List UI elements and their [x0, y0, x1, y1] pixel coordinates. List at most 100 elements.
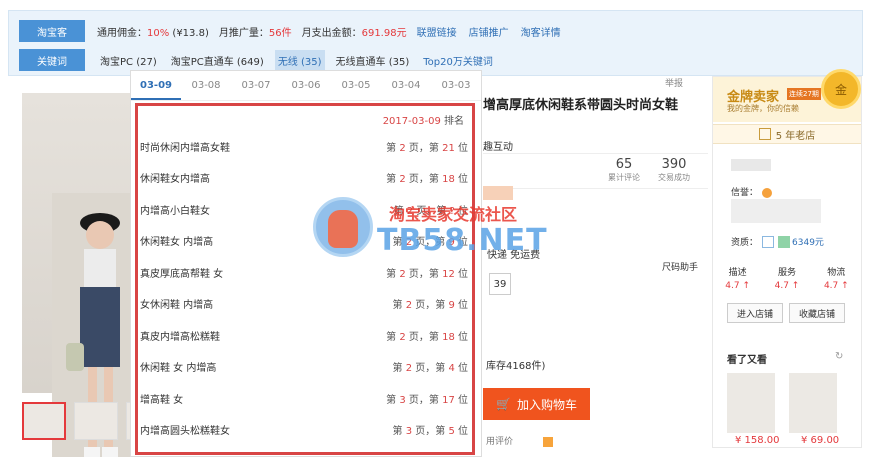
- date-tab[interactable]: 03-08: [181, 71, 231, 100]
- commission-amount: (¥13.8): [172, 27, 209, 39]
- keyword-tab-taobao-pc[interactable]: 淘宝PC (27): [97, 50, 160, 71]
- date-tab[interactable]: 03-09: [131, 71, 181, 100]
- gold-seller-banner: 金牌卖家 连续27期 我的金牌，你的信赖 金: [713, 69, 861, 122]
- date-tab[interactable]: 03-06: [281, 71, 331, 100]
- rank-prefix: 第: [386, 331, 397, 343]
- thumbnail[interactable]: [74, 402, 118, 440]
- rank-page: 2: [399, 174, 406, 185]
- rank-position: 第 3 页，第 5 位: [393, 422, 469, 437]
- rank-pos: 18: [442, 331, 455, 343]
- cart-label: 加入购物车: [516, 397, 577, 412]
- rank-pos-suffix: 位: [458, 268, 468, 280]
- thumbnail[interactable]: [22, 402, 66, 440]
- alliance-link[interactable]: 联盟链接: [417, 24, 457, 39]
- keyword-tab-pc-ztc[interactable]: 淘宝PC直通车 (649): [168, 50, 267, 71]
- rank-prefix: 第: [386, 268, 397, 280]
- date-tab[interactable]: 03-04: [381, 71, 431, 100]
- dsr-label: 服务: [777, 268, 796, 278]
- rank-keyword: 时尚休闲内增高女鞋: [140, 142, 230, 154]
- rank-prefix: 第: [392, 426, 403, 437]
- rank-table: 2017-03-09 排名 时尚休闲内增高女鞋第 2 页，第 21 位休闲鞋女内…: [135, 103, 475, 455]
- shipping-info[interactable]: 快递 免运费: [487, 246, 540, 261]
- interaction-label: 趣互动: [483, 142, 513, 153]
- enter-shop-button[interactable]: 进入店铺: [727, 303, 783, 323]
- rank-page: 2: [399, 142, 406, 154]
- rank-page-suffix: 页，第: [408, 394, 439, 406]
- rank-row: 真皮内增高松糕鞋 第 2 页，第 18 位: [138, 319, 472, 351]
- credit-row: 信誉：: [731, 185, 773, 198]
- date-tab[interactable]: 03-03: [431, 71, 481, 100]
- rank-prefix: 第: [392, 363, 403, 374]
- rank-pos-suffix: 位: [458, 426, 468, 437]
- reviews-stat: 65 累计评论: [599, 157, 649, 183]
- size-helper-link[interactable]: 尺码助手: [662, 260, 698, 273]
- dsr-value: 4.7 ↑: [774, 281, 800, 291]
- rank-position: 第 2 页，第 4 位: [393, 359, 469, 374]
- favorite-shop-button[interactable]: 收藏店铺: [789, 303, 845, 323]
- promo-tag: [483, 186, 513, 200]
- gold-seller-slogan: 我的金牌，你的信赖: [727, 104, 799, 113]
- rank-position: 第 3 页，第 17 位: [386, 391, 468, 406]
- rank-row: 休闲鞋女内增高 第 2 页，第 18 位: [138, 162, 472, 194]
- monthly-spend-label: 月支出金额：: [301, 27, 362, 39]
- rank-row: 内增高圆头松糕鞋女 第 3 页，第 5 位: [138, 414, 472, 446]
- rank-keyword: 真皮厚底高帮鞋 女: [140, 268, 224, 280]
- rank-page-suffix: 页，第: [415, 363, 446, 374]
- shop-actions: 进入店铺 收藏店铺: [727, 303, 845, 323]
- deals-stat: 390 交易成功: [649, 157, 699, 183]
- recommend-item-image[interactable]: [789, 373, 837, 433]
- rank-prefix: 第: [392, 300, 403, 311]
- license-icon: [762, 235, 775, 248]
- size-option[interactable]: 39: [489, 273, 511, 295]
- rank-page-suffix: 页，第: [416, 205, 447, 217]
- shop-card: 金牌卖家 连续27期 我的金牌，你的信赖 金 5 年老店 信誉： 资质： 634…: [712, 69, 862, 448]
- dsr-ratings: 描述 4.7 ↑ 服务 4.7 ↑ 物流 4.7 ↑: [713, 265, 861, 291]
- keyword-tab-top20w[interactable]: Top20万关键词: [420, 50, 496, 71]
- shop-promo-link[interactable]: 店铺推广: [469, 24, 509, 39]
- recommend-item-image[interactable]: [727, 373, 775, 433]
- dsr-label: 描述: [728, 268, 747, 278]
- date-tab[interactable]: 03-07: [231, 71, 281, 100]
- rank-keyword: 增高鞋 女: [140, 394, 184, 406]
- rank-pos: 9: [448, 237, 455, 248]
- rank-page: 3: [405, 426, 413, 437]
- shop-age-bar: 5 年老店: [713, 124, 861, 144]
- add-to-cart-button[interactable]: 🛒 加入购物车: [483, 388, 590, 420]
- rank-page-suffix: 页，第: [415, 300, 446, 311]
- taoke-row: 淘宝客 通用佣金：10% (¥13.8) 月推广量：56件 月支出金额：691.…: [9, 19, 573, 43]
- rank-prefix: 第: [393, 205, 404, 217]
- rank-row: 休闲鞋女 内增高 第 2 页，第 9 位: [138, 225, 472, 257]
- reviews-count: 65: [615, 157, 633, 172]
- rank-pos: 21: [442, 142, 455, 154]
- rank-pos-suffix: 位: [458, 363, 468, 374]
- rank-pos: 4: [448, 363, 455, 374]
- deals-label: 交易成功: [658, 173, 690, 182]
- taoke-detail-link[interactable]: 淘客详情: [521, 24, 561, 39]
- rank-position: 第 2 页，第 18 位: [386, 170, 468, 185]
- rank-prefix: 第: [386, 394, 397, 406]
- rank-pos-suffix: 位: [458, 205, 468, 217]
- date-tab[interactable]: 03-05: [331, 71, 381, 100]
- rank-keyword: 内增高圆头松糕鞋女: [140, 426, 230, 437]
- commission-label: 通用佣金：: [97, 27, 147, 39]
- report-link[interactable]: 举报: [665, 76, 683, 89]
- also-viewed-title: 看了又看: [727, 355, 767, 366]
- keyword-tab-wireless-ztc[interactable]: 无线直通车 (35): [333, 50, 413, 71]
- rank-pos-suffix: 位: [458, 394, 468, 406]
- rank-page: 2: [405, 363, 413, 374]
- rank-page: 2: [405, 237, 413, 248]
- dsr-value: 4.7 ↑: [823, 281, 849, 291]
- rank-page: 2: [406, 205, 414, 217]
- keyword-tab-wireless[interactable]: 无线 (35): [274, 49, 325, 71]
- product-main-image[interactable]: [22, 93, 147, 457]
- taoke-toolbar: 淘宝客 通用佣金：10% (¥13.8) 月推广量：56件 月支出金额：691.…: [8, 10, 863, 76]
- rank-keyword: 真皮内增高松糕鞋: [140, 331, 220, 343]
- rank-prefix: 第: [386, 142, 397, 154]
- refresh-icon[interactable]: ↻: [835, 351, 843, 362]
- keyword-row: 关键词 淘宝PC (27) 淘宝PC直通车 (649) 无线 (35) 无线直通…: [9, 48, 504, 72]
- date-tabs: 03-09 03-08 03-07 03-06 03-05 03-04 03-0…: [131, 71, 481, 101]
- stock-info: 库存4168件): [486, 361, 546, 372]
- rank-date: 2017-03-09: [382, 116, 441, 127]
- dsr-service: 服务 4.7 ↑: [775, 265, 800, 291]
- rank-page: 2: [399, 331, 406, 343]
